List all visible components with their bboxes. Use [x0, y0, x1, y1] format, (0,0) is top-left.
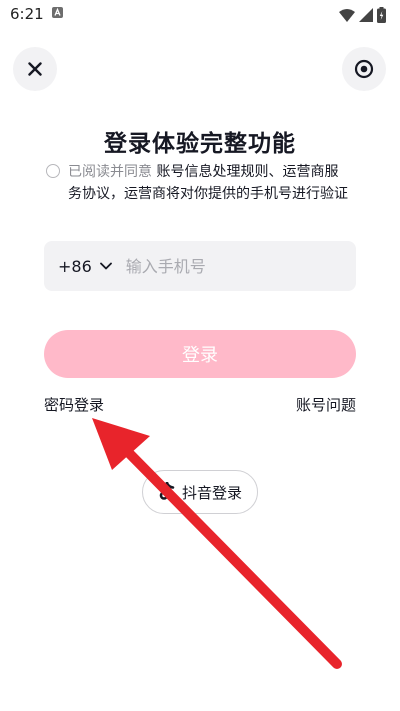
page-title: 登录体验完整功能	[104, 131, 296, 157]
phone-input[interactable]	[125, 256, 336, 276]
help-target-button[interactable]	[342, 47, 386, 91]
account-problem-link[interactable]: 账号问题	[296, 394, 356, 415]
country-code-selector[interactable]: +86	[58, 257, 92, 276]
close-button[interactable]	[13, 47, 57, 91]
phone-field: +86	[44, 241, 356, 291]
close-icon	[28, 62, 42, 76]
douyin-login-label: 抖音登录	[181, 483, 242, 502]
agreement-line2[interactable]: 务协议，运营商将对你提供的手机号进行验证	[46, 183, 366, 205]
notification-icon	[52, 7, 63, 18]
agreement-prefix: 已阅读并同意	[68, 164, 157, 180]
wifi-icon	[339, 8, 355, 22]
status-bar: 6:21	[0, 0, 400, 30]
agreement-checkbox[interactable]	[46, 164, 60, 178]
signal-icon	[359, 8, 373, 22]
target-icon	[354, 59, 374, 79]
login-button[interactable]: 登录	[44, 330, 356, 378]
douyin-logo-icon	[159, 482, 175, 500]
login-screen: 6:21 登录体验完整功能 已阅读并同意 账号信息处理规则、运营商服 务协议，运…	[0, 0, 400, 711]
agreement-block: 已阅读并同意 账号信息处理规则、运营商服 务协议，运营商将对你提供的手机号进行验…	[46, 161, 366, 205]
chevron-down-icon[interactable]	[99, 262, 112, 270]
status-time: 6:21	[10, 5, 44, 23]
agreement-links[interactable]: 账号信息处理规则、运营商服	[156, 164, 338, 180]
battery-icon	[377, 7, 386, 23]
password-login-link[interactable]: 密码登录	[44, 394, 104, 415]
douyin-login-button[interactable]: 抖音登录	[142, 470, 258, 514]
status-icons	[339, 6, 386, 24]
